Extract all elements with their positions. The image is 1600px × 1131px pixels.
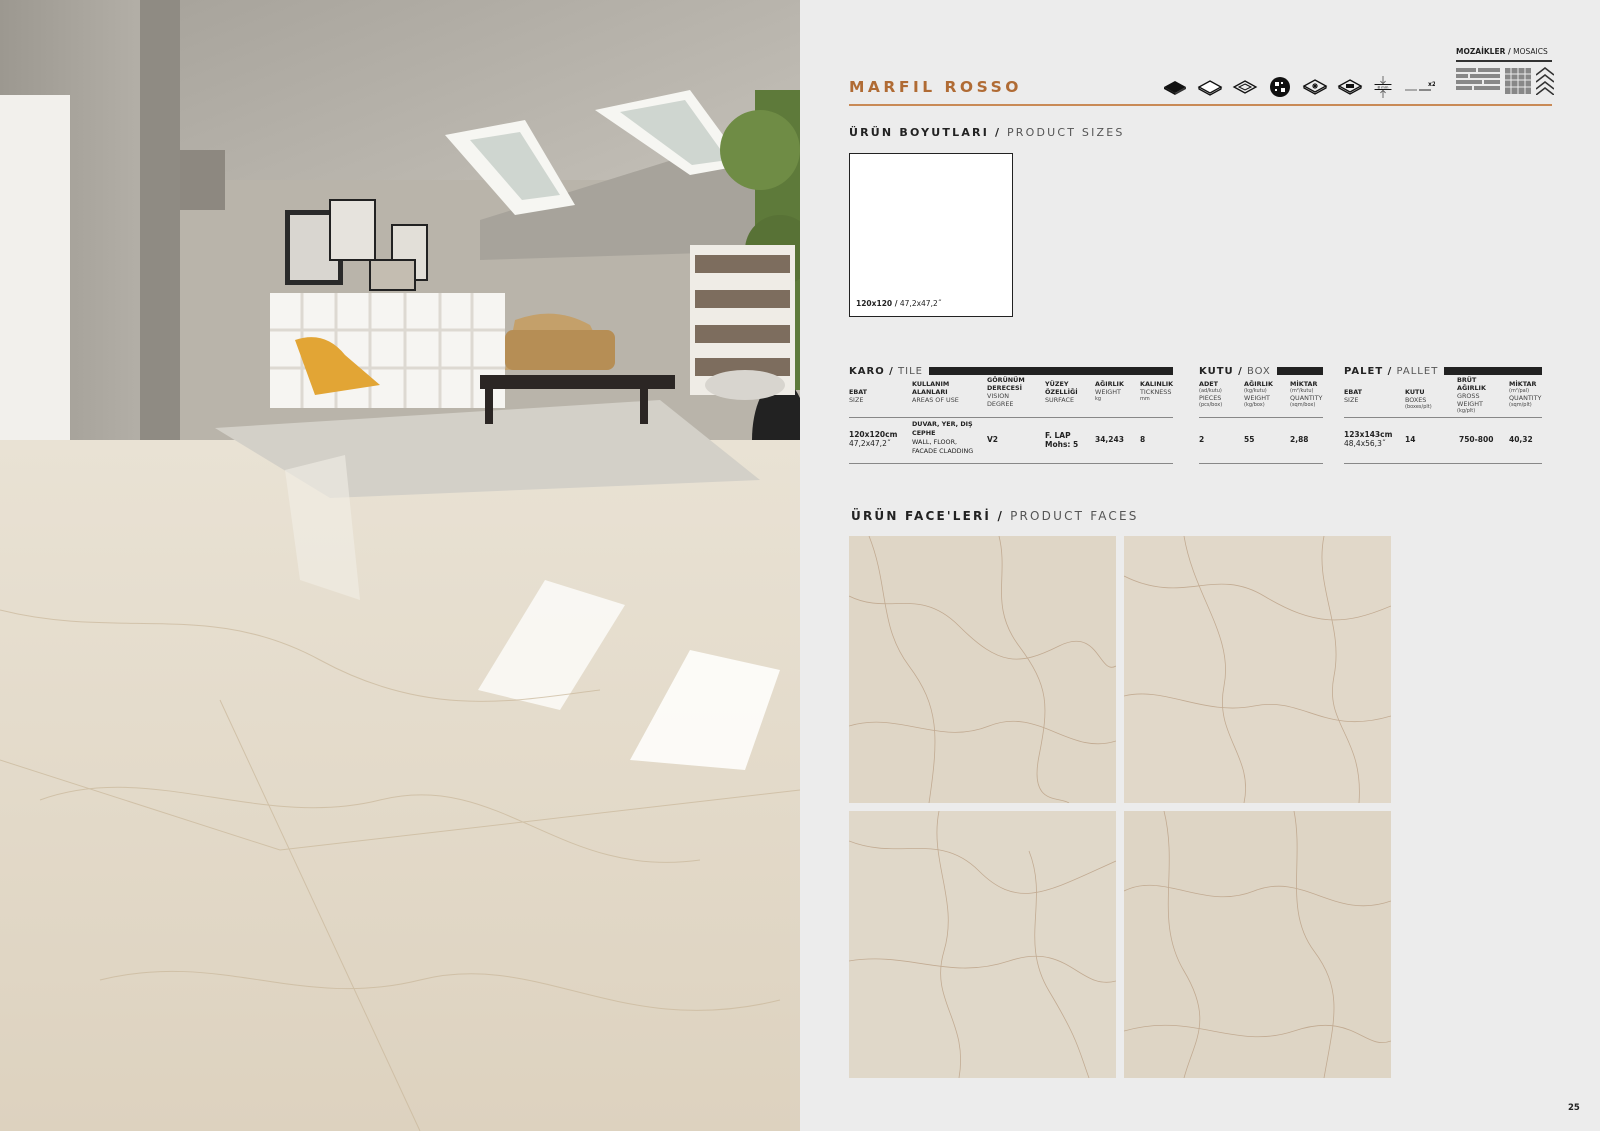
box-weight: 55 [1244, 435, 1255, 444]
product-title: MARFIL ROSSO [849, 78, 1022, 96]
box-header-bar [1276, 367, 1323, 375]
tile-columns: EBAT SIZE KULLANIM ALANLARI AREAS OF USE G… [849, 376, 1174, 418]
pattern-icon [1270, 77, 1290, 97]
size-sample-in: 47,2x47,2˝ [899, 299, 942, 308]
frost-resistant-icon [1302, 79, 1328, 95]
size-sample-cm: 120x120 / [856, 299, 898, 308]
mosaics-label: MOZAİKLER / MOSAICS [1456, 47, 1548, 56]
marble-face-2 [1124, 536, 1391, 803]
rectified-edge-icon [1232, 80, 1258, 94]
box-quantity: 2,88 [1290, 435, 1309, 444]
tile-surface: F. LAP Mohs: 5 [1045, 431, 1079, 449]
mosaics-label-en: MOSAICS [1513, 47, 1548, 56]
tile-label-en: TILE [898, 365, 923, 377]
tile-header-bar [928, 367, 1173, 375]
brick-mosaic-icon [1456, 68, 1500, 90]
page-number: 25 [1568, 1103, 1580, 1113]
pallet-label-tr: PALET / [1344, 365, 1393, 377]
col-box-weight: AĞIRLIK (kg/kutu) WEIGHT (kg/box) [1244, 380, 1273, 408]
size-sample: 120x120 / 47,2x47,2˝ [849, 153, 1013, 317]
pallet-columns: EBAT SIZE KUTU BOXES (boxes/plt) BRÜT AĞIRL… [1344, 376, 1542, 418]
box-table-header: KUTU / BOX [1199, 364, 1323, 378]
box-columns: ADET (ad/kutu) PIECES (pcs/box) AĞIRLIK (kg/… [1199, 378, 1323, 418]
box-table: KUTU / BOX ADET (ad/kutu) PIECES (pcs/box) … [1199, 364, 1323, 464]
pallet-quantity: 40,32 [1509, 435, 1533, 444]
mosaics-label-tr: MOZAİKLER / [1456, 47, 1511, 56]
col-box-quantity: MİKTAR (m²/kutu) QUANTITY (sqm/box) [1290, 380, 1323, 408]
col-vision-degree: GÖRÜNÜM DERECESİ VISION DEGREE [987, 376, 1025, 408]
col-weight: AĞIRLIK WEIGHT kg [1095, 380, 1124, 402]
col-pallet-quantity: MİKTAR (m²/pal) QUANTITY (sqm/plt) [1509, 380, 1542, 408]
product-sizes-heading-tr: ÜRÜN BOYUTLARI / [849, 126, 1002, 139]
face-4 [1124, 811, 1391, 1078]
product-sizes-heading-en: PRODUCT SIZES [1006, 126, 1125, 139]
box-row: 2 55 2,88 [1199, 418, 1323, 464]
x2-finish-icon: x2 [1405, 81, 1435, 91]
chevron-mosaic-icon [1536, 67, 1554, 95]
tile-row: 120x120cm 47,2x47,2˝ DUVAR, YER, DIŞ CEPH… [849, 418, 1173, 464]
glazed-tile-icon [1164, 81, 1186, 95]
marble-face-1 [849, 536, 1116, 803]
col-thickness: KALINLIK TICKNESS mm [1140, 380, 1174, 402]
thickness-icon: 8 mm [1374, 76, 1392, 98]
col-pallet-size: EBAT SIZE [1344, 388, 1363, 404]
box-pieces: 2 [1199, 435, 1205, 444]
living-room-illustration [0, 0, 800, 1131]
pallet-table: PALET / PALLET EBAT SIZE KUTU BOXES (boxes/… [1344, 364, 1542, 464]
tile-table: KARO / TILE EBAT SIZE KULLANIM ALANLARI AR… [849, 364, 1173, 464]
size-sample-caption: 120x120 / 47,2x47,2˝ [856, 299, 941, 308]
col-areas-of-use: KULLANIM ALANLARI AREAS OF USE [912, 380, 959, 404]
interior-photo [0, 0, 800, 1131]
x2-label: x2 [1428, 81, 1435, 88]
tile-vision: V2 [987, 435, 999, 444]
wall-floor-icon [1337, 79, 1363, 95]
mosaics-rule [1456, 60, 1552, 62]
product-faces-heading-tr: ÜRÜN FACE'LERİ / [851, 509, 1005, 523]
grid-mosaic-icon [1505, 68, 1531, 94]
mosaic-icons [1456, 67, 1554, 95]
marble-face-3 [849, 811, 1116, 1078]
pallet-table-header: PALET / PALLET [1344, 364, 1542, 378]
pallet-row: 123x143cm 48,4x56,3˝ 14 750-800 40,32 [1344, 418, 1542, 464]
pallet-header-bar [1444, 367, 1542, 375]
property-icons: 8 mm x2 [1162, 72, 1435, 102]
col-pieces: ADET (ad/kutu) PIECES (pcs/box) [1199, 380, 1223, 408]
thickness-value: 8 mm [1377, 85, 1388, 90]
product-faces-grid [849, 536, 1393, 1078]
col-size: EBAT SIZE [849, 388, 868, 404]
pallet-gross-weight: 750-800 [1459, 435, 1494, 444]
unglazed-tile-icon [1197, 80, 1223, 96]
tile-weight: 34,243 [1095, 435, 1124, 444]
col-pallet-boxes: KUTU BOXES (boxes/plt) [1405, 388, 1432, 410]
tile-areas: DUVAR, YER, DIŞ CEPHE WALL, FLOOR, FACADE… [912, 420, 974, 455]
tile-label-tr: KARO / [849, 365, 894, 377]
box-label-tr: KUTU / [1199, 365, 1243, 377]
tile-size: 120x120cm 47,2x47,2˝ [849, 430, 898, 448]
product-sheet: MARFIL ROSSO 8 mm x2 MOZAİKLER / MOSAICS… [800, 0, 1600, 1131]
col-pallet-gross-weight: BRÜT AĞIRLIK GROSS WEIGHT (kg/plt) [1457, 376, 1486, 414]
face-3 [849, 811, 1116, 1078]
pallet-label-en: PALLET [1396, 365, 1439, 377]
pallet-boxes: 14 [1405, 435, 1416, 444]
product-faces-heading: ÜRÜN FACE'LERİ / PRODUCT FACES [851, 509, 1139, 523]
pallet-size: 123x143cm 48,4x56,3˝ [1344, 430, 1393, 448]
face-2 [1124, 536, 1391, 803]
product-faces-heading-en: PRODUCT FACES [1010, 509, 1139, 523]
box-label-en: BOX [1246, 365, 1271, 377]
product-sizes-heading: ÜRÜN BOYUTLARI / PRODUCT SIZES [849, 126, 1125, 139]
col-surface: YÜZEY ÖZELLİĞİ SURFACE [1045, 380, 1078, 404]
title-rule [849, 104, 1552, 106]
marble-face-4 [1124, 811, 1391, 1078]
tile-thickness: 8 [1140, 435, 1146, 444]
face-1 [849, 536, 1116, 803]
